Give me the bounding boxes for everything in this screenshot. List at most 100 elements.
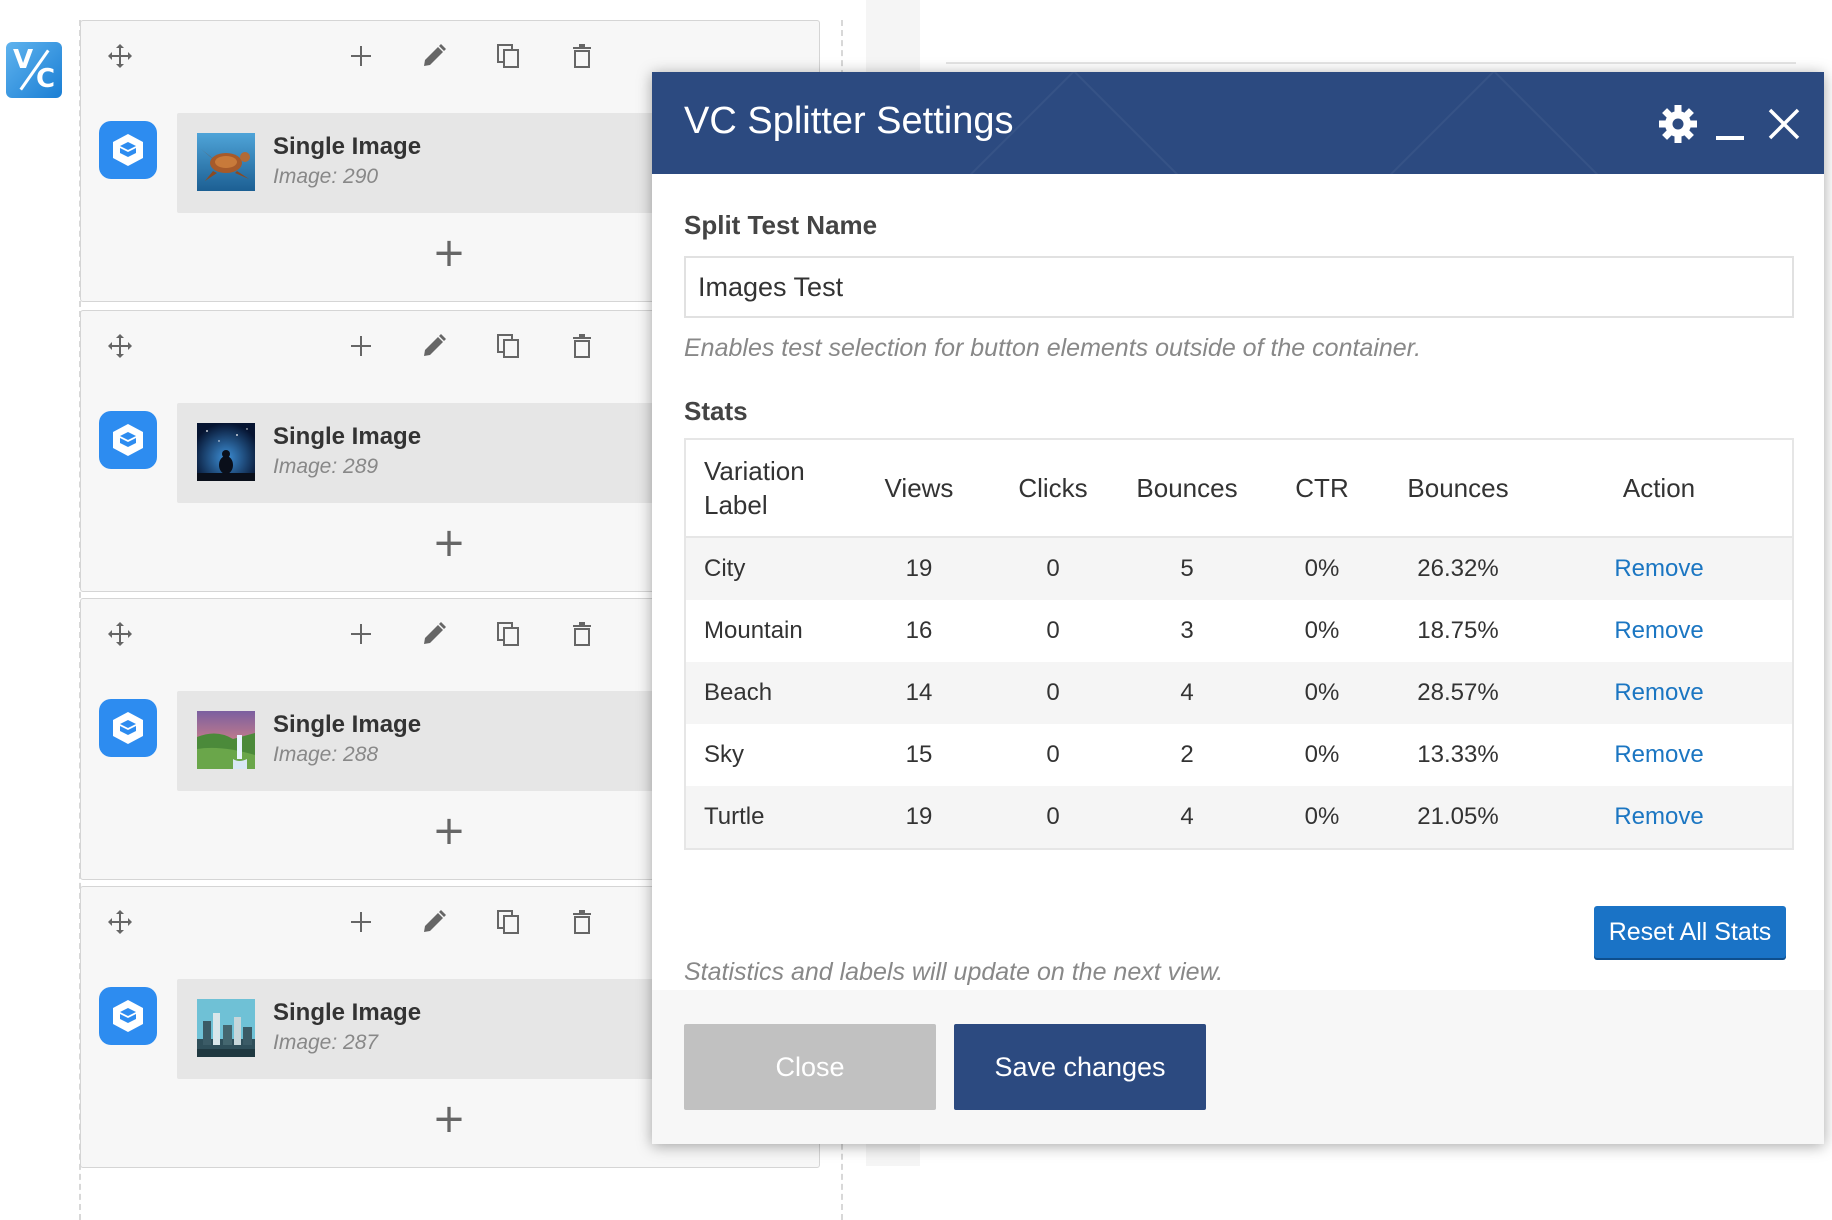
add-element-button[interactable]: + <box>431 1099 467 1139</box>
stats-table: Variation Label Views Clicks Bounces CTR… <box>684 438 1794 850</box>
edit-pencil-icon[interactable] <box>419 331 449 361</box>
clone-icon[interactable] <box>493 619 523 649</box>
element-subtitle: Image: 290 <box>273 165 379 188</box>
element-subtitle: Image: 287 <box>273 1031 379 1054</box>
element-title: Single Image <box>273 133 422 160</box>
table-header-row: Variation Label Views Clicks Bounces CTR… <box>685 439 1793 538</box>
bounces-cell: 3 <box>1120 600 1254 662</box>
move-icon[interactable] <box>105 41 135 71</box>
modal-footer: Close Save changes <box>652 990 1824 1144</box>
bounces-cell: 5 <box>1120 537 1254 600</box>
column-header-bounce-rate: Bounces <box>1390 439 1526 538</box>
ctr-cell: 0% <box>1254 537 1390 600</box>
clone-icon[interactable] <box>493 41 523 71</box>
remove-link[interactable]: Remove <box>1526 724 1793 786</box>
split-test-name-label: Split Test Name <box>684 210 878 240</box>
bounce-rate-cell: 13.33% <box>1390 724 1526 786</box>
column-header-ctr: CTR <box>1254 439 1390 538</box>
element-subtitle: Image: 289 <box>273 455 379 478</box>
delete-trash-icon[interactable] <box>567 619 597 649</box>
table-row: City 19 0 5 0% 26.32% Remove <box>685 537 1793 600</box>
delete-trash-icon[interactable] <box>567 907 597 937</box>
variation-label-cell: Mountain <box>685 600 852 662</box>
variation-label-cell: City <box>685 537 852 600</box>
edit-pencil-icon[interactable] <box>419 41 449 71</box>
clicks-cell: 0 <box>986 600 1120 662</box>
split-test-name-input[interactable] <box>684 256 1794 318</box>
move-icon[interactable] <box>105 619 135 649</box>
bounces-cell: 4 <box>1120 662 1254 724</box>
bounces-cell: 2 <box>1120 724 1254 786</box>
waterfall-image <box>197 711 255 769</box>
variation-label-cell: Beach <box>685 662 852 724</box>
stats-label: Stats <box>684 396 748 426</box>
vc-splitter-settings-modal: VC Splitter Settings Split Test Name Ima… <box>652 72 1824 1144</box>
close-button[interactable]: Close <box>684 1024 936 1110</box>
variation-label-cell: Turtle <box>685 786 852 849</box>
add-element-button[interactable]: + <box>431 523 467 563</box>
element-title: Single Image <box>273 711 422 738</box>
views-cell: 19 <box>852 786 986 849</box>
bounce-rate-cell: 18.75% <box>1390 600 1526 662</box>
remove-link[interactable]: Remove <box>1526 537 1793 600</box>
views-cell: 19 <box>852 537 986 600</box>
remove-link[interactable]: Remove <box>1526 662 1793 724</box>
add-icon[interactable] <box>346 41 376 71</box>
close-icon[interactable] <box>1762 102 1806 146</box>
element-type-icon <box>99 121 157 179</box>
remove-link[interactable]: Remove <box>1526 786 1793 849</box>
add-element-button[interactable]: + <box>431 811 467 851</box>
views-cell: 16 <box>852 600 986 662</box>
column-header-bounces: Bounces <box>1120 439 1254 538</box>
edit-pencil-icon[interactable] <box>419 907 449 937</box>
clicks-cell: 0 <box>986 786 1120 849</box>
help-text: Enables test selection for button elemen… <box>684 334 1422 362</box>
turtle-image <box>197 133 255 191</box>
clone-icon[interactable] <box>493 907 523 937</box>
views-cell: 14 <box>852 662 986 724</box>
bounces-cell: 4 <box>1120 786 1254 849</box>
modal-header: VC Splitter Settings <box>652 72 1824 174</box>
vc-logo-icon[interactable]: VC <box>6 42 62 98</box>
delete-trash-icon[interactable] <box>567 331 597 361</box>
reset-all-stats-button[interactable]: Reset All Stats <box>1594 906 1786 958</box>
ctr-cell: 0% <box>1254 724 1390 786</box>
column-header-action: Action <box>1526 439 1793 538</box>
bounce-rate-cell: 28.57% <box>1390 662 1526 724</box>
ctr-cell: 0% <box>1254 786 1390 849</box>
remove-link[interactable]: Remove <box>1526 600 1793 662</box>
edit-pencil-icon[interactable] <box>419 619 449 649</box>
add-element-button[interactable]: + <box>431 233 467 273</box>
modal-title: VC Splitter Settings <box>684 100 1014 142</box>
save-changes-button[interactable]: Save changes <box>954 1024 1206 1110</box>
element-type-icon <box>99 987 157 1045</box>
add-icon[interactable] <box>346 331 376 361</box>
add-icon[interactable] <box>346 907 376 937</box>
delete-trash-icon[interactable] <box>567 41 597 71</box>
header-decoration <box>1349 72 1639 174</box>
bounce-rate-cell: 26.32% <box>1390 537 1526 600</box>
move-icon[interactable] <box>105 907 135 937</box>
ctr-cell: 0% <box>1254 662 1390 724</box>
clicks-cell: 0 <box>986 662 1120 724</box>
element-type-icon <box>99 699 157 757</box>
move-icon[interactable] <box>105 331 135 361</box>
table-row: Sky 15 0 2 0% 13.33% Remove <box>685 724 1793 786</box>
bounce-rate-cell: 21.05% <box>1390 786 1526 849</box>
clicks-cell: 0 <box>986 724 1120 786</box>
element-title: Single Image <box>273 999 422 1026</box>
variation-label-cell: Sky <box>685 724 852 786</box>
table-row: Turtle 19 0 4 0% 21.05% Remove <box>685 786 1793 849</box>
settings-gear-icon[interactable] <box>1656 102 1700 146</box>
clicks-cell: 0 <box>986 537 1120 600</box>
clone-icon[interactable] <box>493 331 523 361</box>
update-note: Statistics and labels will update on the… <box>684 958 1224 986</box>
add-icon[interactable] <box>346 619 376 649</box>
table-row: Beach 14 0 4 0% 28.57% Remove <box>685 662 1793 724</box>
element-subtitle: Image: 288 <box>273 743 379 766</box>
minimize-icon[interactable] <box>1708 102 1752 146</box>
night-sky-image <box>197 423 255 481</box>
table-row: Mountain 16 0 3 0% 18.75% Remove <box>685 600 1793 662</box>
column-header-clicks: Clicks <box>986 439 1120 538</box>
column-header-variation-label: Variation Label <box>685 439 852 538</box>
